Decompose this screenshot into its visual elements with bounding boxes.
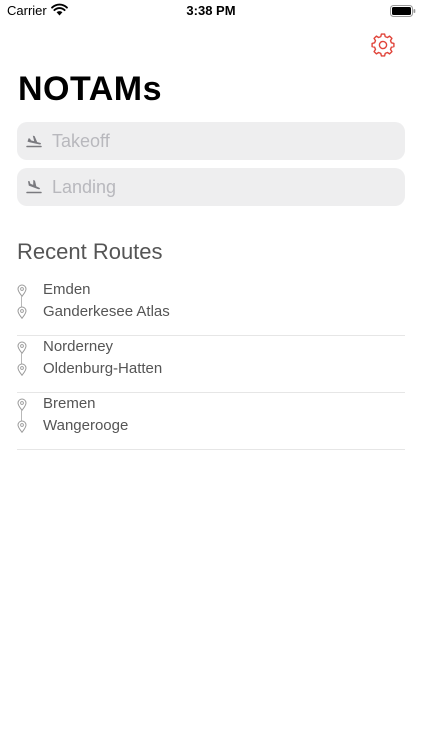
airplane-arrival-icon xyxy=(26,179,42,194)
route-origin: Emden xyxy=(43,281,91,298)
route-destination: Oldenburg-Hatten xyxy=(43,360,163,377)
airplane-departure-icon xyxy=(26,135,42,148)
location-pin-icon xyxy=(17,306,27,319)
route-item[interactable]: Emden Ganderkesee Atlas xyxy=(17,279,405,336)
takeoff-field[interactable] xyxy=(17,122,405,160)
location-pin-icon xyxy=(17,284,27,297)
location-pin-icon xyxy=(17,398,27,411)
route-destination: Wangerooge xyxy=(43,417,129,434)
route-destination: Ganderkesee Atlas xyxy=(43,303,170,320)
status-time: 3:38 PM xyxy=(186,3,236,18)
settings-button[interactable] xyxy=(369,31,397,59)
location-pin-icon xyxy=(17,341,27,354)
route-origin: Norderney xyxy=(43,338,114,355)
location-pin-icon xyxy=(17,363,27,376)
route-origin: Bremen xyxy=(43,395,96,412)
landing-input[interactable] xyxy=(52,168,392,206)
recent-routes-title: Recent Routes xyxy=(17,239,163,264)
page-title: NOTAMs xyxy=(18,70,163,108)
location-pin-icon xyxy=(17,420,27,433)
landing-field[interactable] xyxy=(17,168,405,206)
gear-icon xyxy=(371,33,395,57)
takeoff-input[interactable] xyxy=(52,122,392,160)
status-bar: Carrier 3:38 PM xyxy=(0,0,422,22)
recent-routes-list: Emden Ganderkesee Atlas Norderney Oldenb… xyxy=(17,279,405,450)
route-item[interactable]: Bremen Wangerooge xyxy=(17,393,405,450)
battery-icon xyxy=(390,5,416,17)
route-item[interactable]: Norderney Oldenburg-Hatten xyxy=(17,336,405,393)
